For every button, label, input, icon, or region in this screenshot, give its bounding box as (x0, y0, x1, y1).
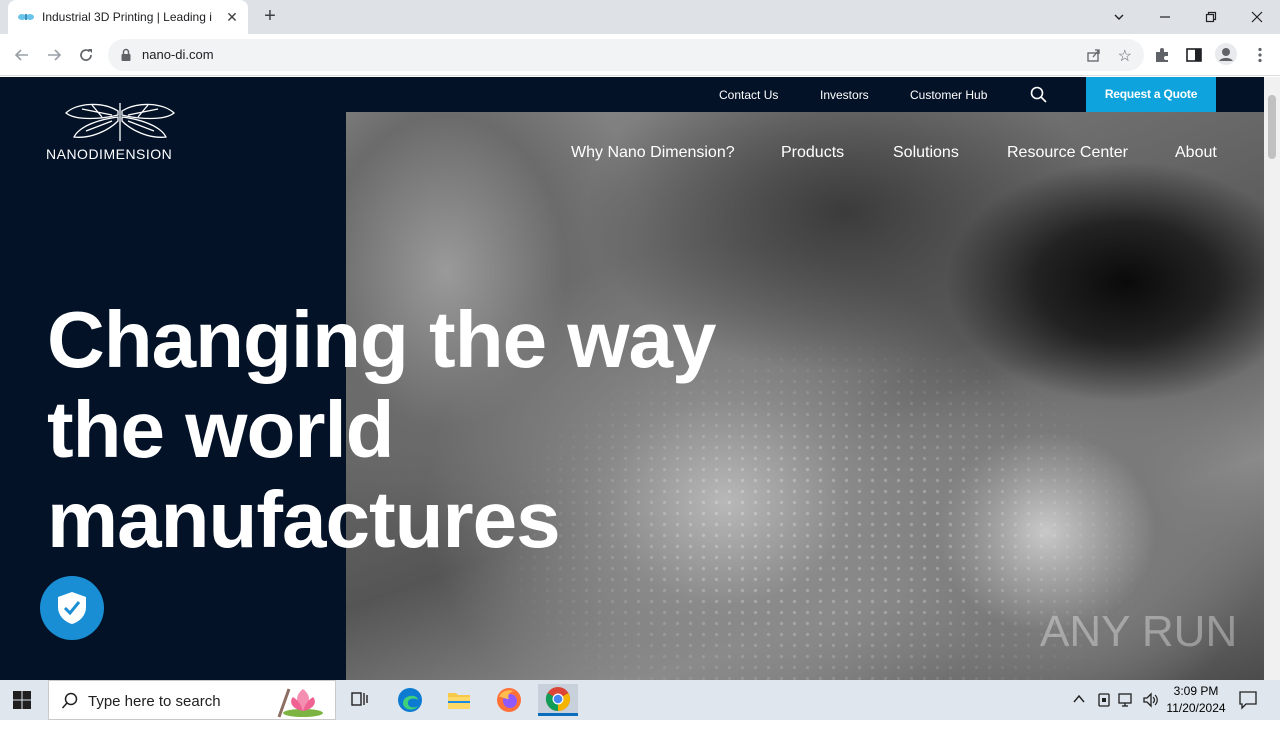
firefox-icon[interactable] (489, 684, 529, 716)
taskbar-search-placeholder: Type here to search (88, 693, 221, 710)
shield-check-icon (58, 592, 86, 624)
new-tab-button[interactable]: + (258, 5, 282, 29)
headline-line-1: Changing the way (47, 295, 716, 384)
tab-title: Industrial 3D Printing | Leading i (42, 10, 212, 24)
share-icon[interactable] (1086, 47, 1102, 68)
close-tab-icon[interactable]: ✕ (224, 9, 240, 25)
windows-taskbar: Type here to search 3:09 PM 11/20/2024 (0, 680, 1280, 720)
tray-device-icon[interactable] (1096, 692, 1112, 732)
search-highlight-lotus-icon (265, 683, 329, 724)
bookmark-star-icon[interactable]: ☆ (1118, 46, 1132, 66)
minimize-icon[interactable] (1142, 0, 1188, 34)
notification-center-icon[interactable] (1238, 690, 1258, 730)
menu-kebab-icon[interactable] (1251, 46, 1269, 64)
file-explorer-icon[interactable] (439, 684, 479, 716)
browser-tab-strip: Industrial 3D Printing | Leading i ✕ + (0, 0, 1280, 34)
url-text[interactable]: nano-di.com (142, 47, 214, 62)
windows-start-icon[interactable] (12, 690, 32, 715)
website-viewport: NANODIMENSION Contact Us Investors Custo… (0, 77, 1264, 680)
clock-time: 3:09 PM (1173, 684, 1219, 698)
extensions-icon[interactable] (1153, 46, 1171, 64)
nav-about[interactable]: About (1175, 144, 1217, 162)
nav-why-nano-dimension[interactable]: Why Nano Dimension? (571, 144, 735, 162)
lock-icon[interactable] (120, 48, 132, 67)
scrollbar-thumb[interactable] (1268, 95, 1276, 159)
page-scrollbar[interactable] (1264, 77, 1280, 680)
privacy-shield-button[interactable] (40, 576, 104, 640)
browser-toolbar: nano-di.com ☆ (0, 34, 1280, 76)
tray-overflow-icon[interactable] (1072, 692, 1086, 732)
chrome-icon[interactable] (538, 684, 578, 716)
edge-icon[interactable] (390, 684, 430, 716)
close-window-icon[interactable] (1234, 0, 1280, 34)
restore-icon[interactable] (1188, 0, 1234, 34)
address-bar[interactable]: nano-di.com ☆ (108, 39, 1144, 71)
forward-icon[interactable] (41, 42, 67, 68)
reload-icon[interactable] (73, 42, 99, 68)
clock-date: 11/20/2024 (1166, 701, 1226, 715)
taskbar-search-box[interactable]: Type here to search (48, 680, 336, 720)
task-view-icon[interactable] (340, 684, 380, 716)
nav-investors[interactable]: Investors (820, 88, 869, 102)
nav-customer-hub[interactable]: Customer Hub (910, 88, 987, 102)
nav-contact-us[interactable]: Contact Us (719, 88, 778, 102)
headline-line-3: manufactures (47, 475, 561, 564)
anyrun-watermark: ANY RUN (1040, 607, 1238, 656)
nano-dimension-logo[interactable]: NANODIMENSION (46, 101, 196, 171)
profile-avatar-icon[interactable] (1215, 43, 1237, 65)
tab-search-icon[interactable] (1096, 0, 1142, 34)
site-favicon-icon (18, 12, 34, 22)
request-quote-button[interactable]: Request a Quote (1086, 77, 1216, 112)
side-panel-icon[interactable] (1185, 46, 1203, 64)
search-magnifier-icon (61, 692, 79, 715)
network-icon[interactable] (1118, 692, 1136, 732)
logo-wordmark: NANODIMENSION (46, 146, 173, 162)
system-clock[interactable]: 3:09 PM 11/20/2024 (1160, 683, 1232, 717)
headline-line-2: the world (47, 385, 395, 474)
nav-products[interactable]: Products (781, 144, 844, 162)
search-icon[interactable] (1030, 86, 1047, 108)
hero-headline: Changing the way the world manufactures (47, 295, 716, 565)
dragonfly-logo-icon (65, 103, 175, 141)
back-icon[interactable] (9, 42, 35, 68)
nav-solutions[interactable]: Solutions (893, 144, 959, 162)
nav-resource-center[interactable]: Resource Center (1007, 144, 1128, 162)
browser-tab[interactable]: Industrial 3D Printing | Leading i ✕ (8, 0, 248, 34)
volume-icon[interactable] (1142, 692, 1160, 732)
